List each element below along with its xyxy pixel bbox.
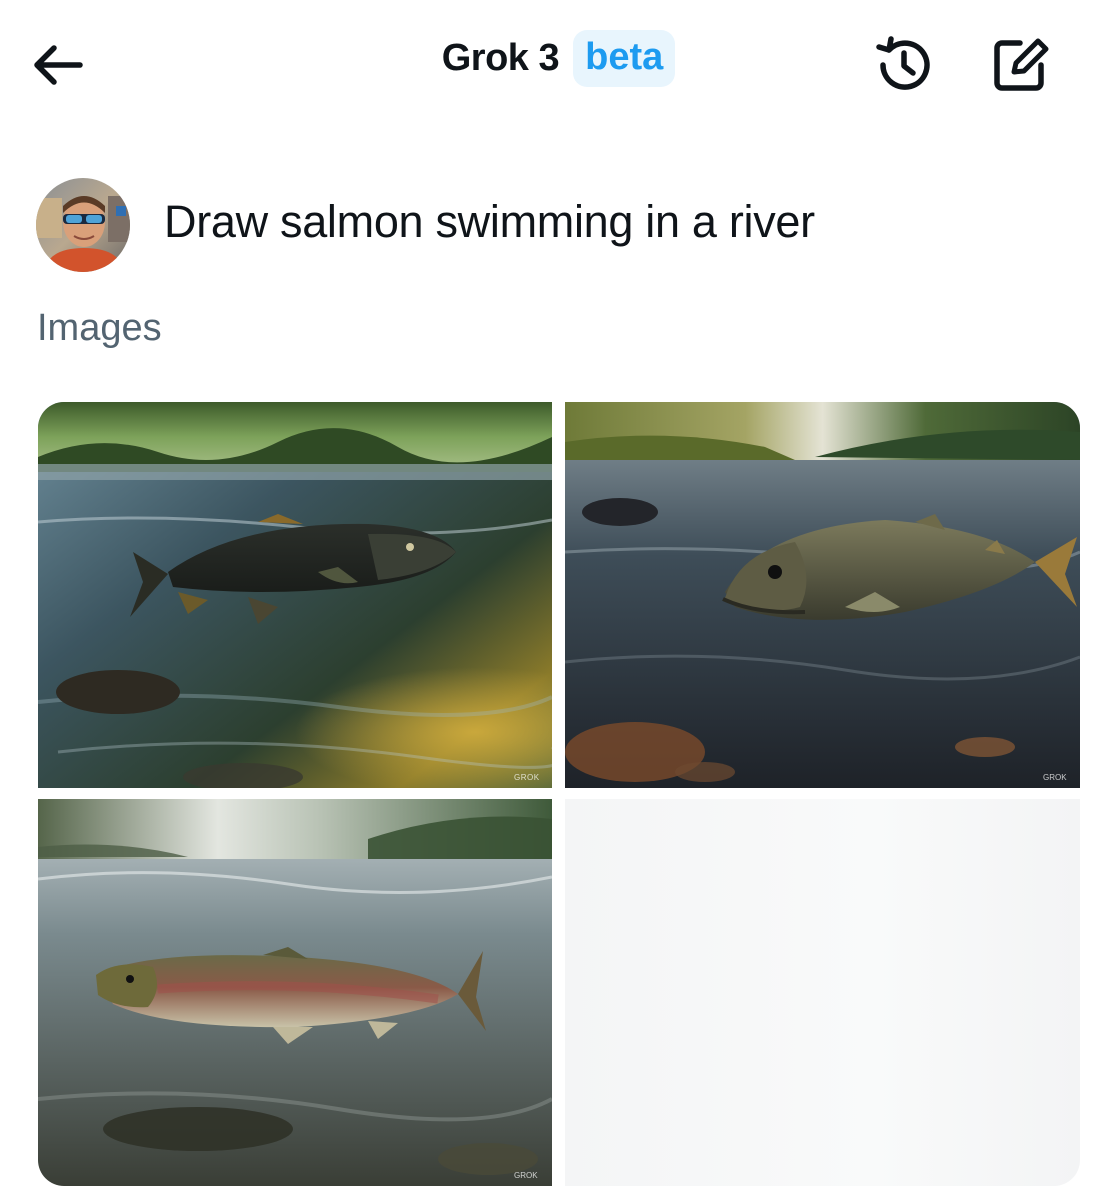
image-placeholder: [565, 799, 1080, 1186]
new-chat-button[interactable]: [990, 35, 1052, 95]
generated-image-3[interactable]: GROK: [38, 799, 552, 1186]
watermark: GROK: [1043, 773, 1067, 782]
top-bar: Grok 3 beta: [0, 0, 1117, 130]
section-label-images: Images: [37, 307, 162, 349]
beta-badge: beta: [573, 30, 676, 87]
history-button[interactable]: [872, 33, 936, 97]
back-button[interactable]: [28, 36, 90, 94]
generated-image-1[interactable]: GROK: [38, 402, 552, 788]
watermark: GROK: [514, 1171, 538, 1180]
history-icon: [876, 36, 930, 90]
compose-icon: [994, 38, 1049, 91]
image-grid: GROK GROK GROK: [38, 402, 1080, 1186]
app-title: Grok 3: [441, 37, 560, 79]
user-prompt: Draw salmon swimming in a river: [164, 196, 815, 247]
arrow-left-icon: [34, 45, 83, 85]
user-avatar[interactable]: [36, 178, 130, 272]
generated-image-2[interactable]: GROK: [565, 402, 1080, 788]
watermark: GROK: [514, 773, 540, 782]
